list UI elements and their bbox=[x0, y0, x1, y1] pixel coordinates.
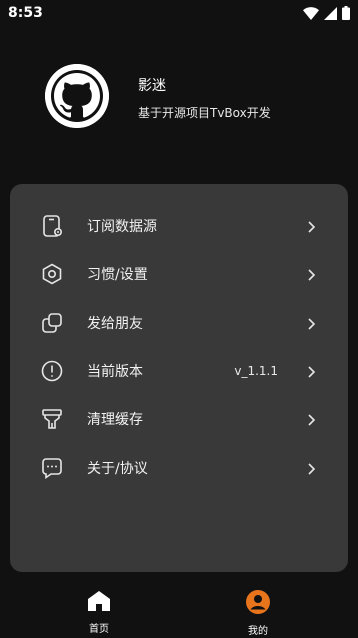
nav-item-label: 首页 bbox=[89, 624, 109, 635]
status-icons bbox=[303, 6, 350, 20]
menu-item-label: 清理缓存 bbox=[87, 412, 143, 429]
share-icon bbox=[40, 311, 64, 335]
profile-name: 影迷 bbox=[138, 78, 166, 94]
chevron-right-icon bbox=[306, 412, 316, 426]
subscription-icon bbox=[40, 214, 64, 238]
nav-item-mine[interactable]: 我的 bbox=[228, 590, 288, 637]
profile-description: 基于开源项目TvBox开发 bbox=[138, 106, 271, 120]
home-icon bbox=[87, 590, 111, 616]
menu-card: 订阅数据源 习惯/设置 发给朋友 当前版本 v_1.1.1 清理缓存 关于/协议 bbox=[10, 184, 348, 572]
menu-item-share[interactable]: 发给朋友 bbox=[10, 299, 348, 347]
settings-icon bbox=[40, 262, 64, 286]
menu-item-label: 发给朋友 bbox=[87, 315, 143, 332]
wifi-icon bbox=[303, 6, 319, 20]
nav-item-label: 我的 bbox=[248, 626, 268, 637]
nav-item-home[interactable]: 首页 bbox=[69, 590, 129, 635]
menu-item-label: 关于/协议 bbox=[87, 460, 148, 477]
menu-item-about[interactable]: 关于/协议 bbox=[10, 443, 348, 491]
chevron-right-icon bbox=[306, 461, 316, 475]
info-icon bbox=[40, 359, 64, 383]
battery-icon bbox=[342, 6, 350, 20]
menu-item-label: 习惯/设置 bbox=[87, 267, 148, 284]
menu-item-settings[interactable]: 习惯/设置 bbox=[10, 250, 348, 298]
about-icon bbox=[40, 456, 64, 480]
menu-item-subscription[interactable]: 订阅数据源 bbox=[10, 202, 348, 250]
menu-item-label: 订阅数据源 bbox=[87, 219, 157, 236]
menu-item-clear-cache[interactable]: 清理缓存 bbox=[10, 395, 348, 443]
bottom-nav: 首页 我的 bbox=[0, 582, 358, 638]
version-value: v_1.1.1 bbox=[234, 364, 278, 379]
chevron-right-icon bbox=[306, 316, 316, 330]
chevron-right-icon bbox=[306, 267, 316, 282]
menu-item-label: 当前版本 bbox=[87, 364, 143, 381]
profile-header: 影迷 基于开源项目TvBox开发 bbox=[0, 64, 358, 130]
clean-icon bbox=[40, 407, 64, 431]
status-time: 8:53 bbox=[8, 5, 43, 21]
chevron-right-icon bbox=[306, 219, 316, 233]
chevron-right-icon bbox=[306, 364, 316, 378]
signal-icon bbox=[324, 6, 337, 20]
menu-item-version[interactable]: 当前版本 v_1.1.1 bbox=[10, 347, 348, 395]
avatar[interactable] bbox=[45, 64, 109, 128]
status-bar: 8:53 bbox=[0, 0, 358, 26]
profile-icon bbox=[246, 590, 270, 618]
